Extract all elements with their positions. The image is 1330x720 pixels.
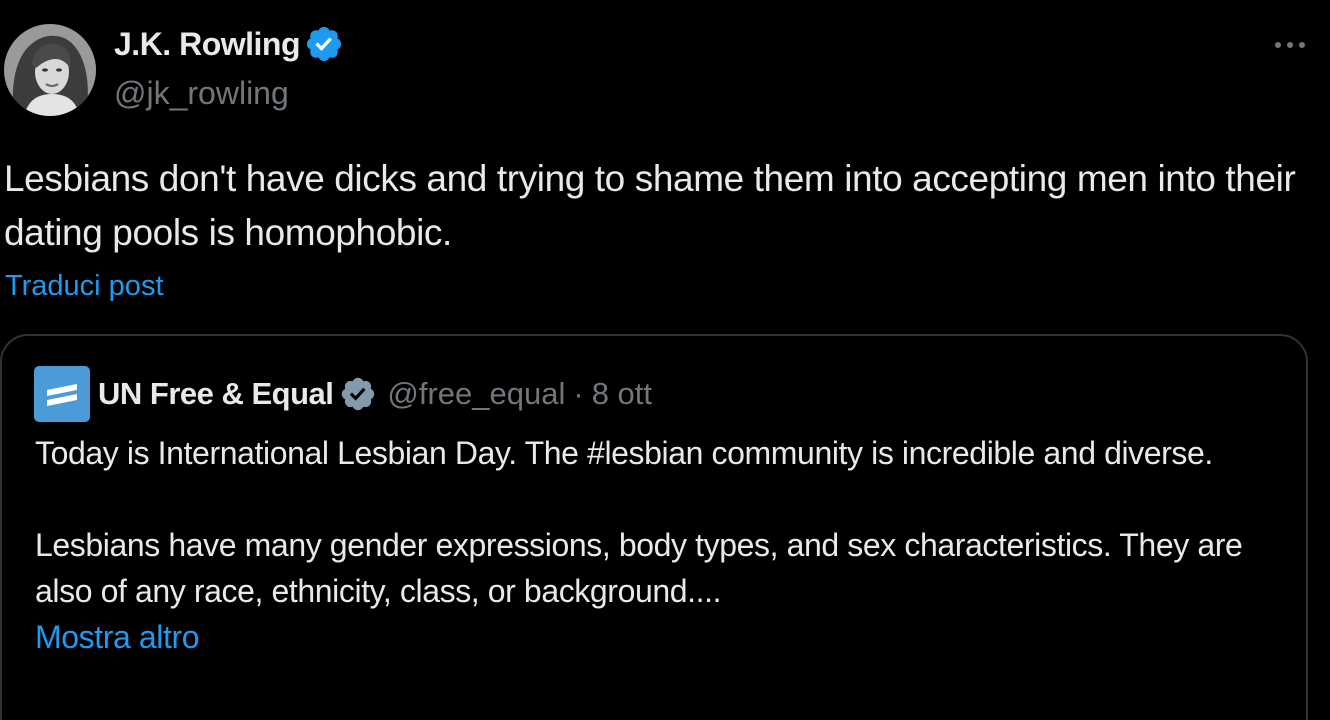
quoted-paragraph-2: Lesbians have many gender expressions, b…	[35, 527, 1243, 609]
separator-dot: ·	[573, 376, 584, 411]
show-more-link[interactable]: Mostra altro	[35, 614, 1285, 660]
translate-post-link[interactable]: Traduci post	[5, 270, 164, 303]
more-options-icon	[1275, 42, 1305, 48]
quoted-date[interactable]: 8 ott	[592, 376, 652, 412]
org-verified-badge-icon[interactable]	[339, 375, 377, 413]
tweet: J.K. Rowling @jk_rowling Lesbians don't …	[0, 0, 1330, 720]
author-display-name[interactable]: J.K. Rowling	[114, 24, 344, 64]
quoted-display-name[interactable]: UN Free & Equal	[98, 376, 334, 412]
quoted-avatar[interactable]	[34, 366, 90, 422]
avatar[interactable]	[4, 24, 96, 116]
quoted-tweet-body: Today is International Lesbian Day. The …	[35, 430, 1285, 660]
quoted-handle[interactable]: @free_equal	[387, 376, 565, 412]
verified-badge-icon[interactable]	[304, 24, 344, 64]
avatar-image	[4, 24, 96, 116]
quoted-tweet-card[interactable]: UN Free & Equal @free_equal · 8 ott Toda…	[0, 334, 1308, 720]
un-free-equal-logo-icon	[47, 384, 77, 406]
tweet-text: Lesbians don't have dicks and trying to …	[4, 158, 1296, 253]
quoted-paragraph-1: Today is International Lesbian Day. The …	[35, 435, 1213, 471]
author-handle[interactable]: @jk_rowling	[114, 75, 289, 112]
quoted-tweet-header: UN Free & Equal @free_equal · 8 ott	[34, 366, 652, 422]
author-name-text: J.K. Rowling	[114, 25, 301, 62]
more-options-button[interactable]	[1268, 30, 1312, 60]
